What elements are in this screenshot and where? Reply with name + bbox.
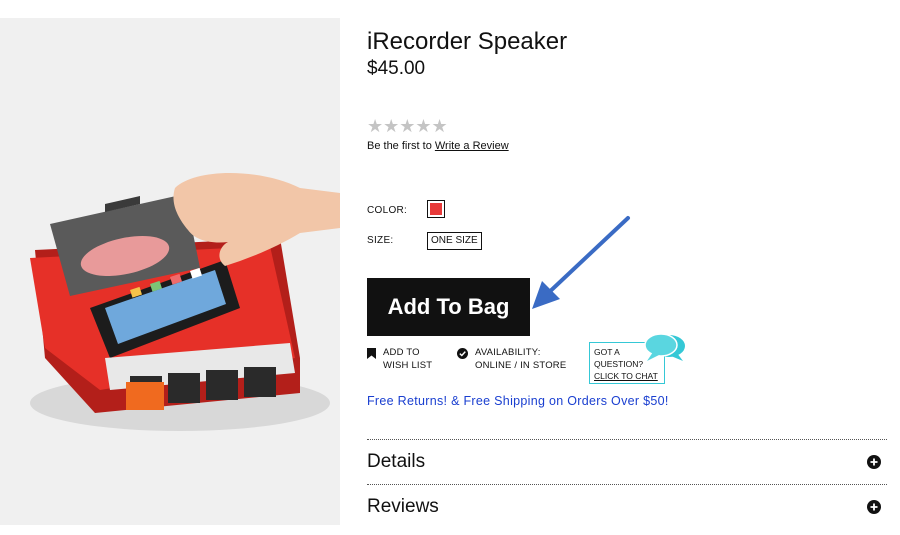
- product-title: iRecorder Speaker: [367, 28, 568, 55]
- review-prompt: Be the first to Write a Review: [367, 140, 509, 152]
- section-details-title[interactable]: Details: [367, 451, 425, 473]
- availability-text: AVAILABILITY: ONLINE / IN STORE: [475, 346, 566, 372]
- promo-banner[interactable]: Free Returns! & Free Shipping on Orders …: [367, 394, 669, 408]
- availability-line2: ONLINE / IN STORE: [475, 360, 567, 371]
- product-image: [0, 18, 340, 525]
- play-button-orange: [126, 382, 164, 410]
- wishlist-text: ADD TO WISH LIST: [383, 346, 432, 372]
- bookmark-icon: [367, 348, 376, 359]
- divider: [367, 439, 887, 440]
- product-photo: [0, 18, 340, 525]
- divider: [367, 484, 887, 485]
- chat-line3: CLICK TO CHAT: [594, 371, 658, 381]
- size-label: SIZE:: [367, 235, 394, 246]
- wishlist-line1: ADD TO: [383, 347, 420, 358]
- section-reviews-title[interactable]: Reviews: [367, 496, 439, 518]
- wishlist-line2: WISH LIST: [383, 360, 433, 371]
- review-prefix: Be the first to: [367, 140, 432, 152]
- availability-line1: AVAILABILITY:: [475, 347, 541, 358]
- product-price: $45.00: [367, 58, 426, 79]
- color-swatch-fill: [430, 203, 442, 215]
- write-review-link[interactable]: Write a Review: [435, 140, 509, 152]
- product-info: iRecorder Speaker $45.00 ★★★★★ Be the fi…: [367, 0, 887, 535]
- plus-circle-icon[interactable]: [867, 455, 881, 469]
- chat-bubbles-icon: [644, 333, 685, 361]
- add-to-bag-button[interactable]: Add To Bag: [367, 278, 530, 336]
- size-option[interactable]: ONE SIZE: [427, 232, 482, 250]
- color-swatch[interactable]: [427, 200, 445, 218]
- rating-stars: ★★★★★: [367, 116, 448, 136]
- check-circle-icon: [457, 348, 468, 359]
- color-label: COLOR:: [367, 205, 408, 216]
- plus-circle-icon[interactable]: [867, 500, 881, 514]
